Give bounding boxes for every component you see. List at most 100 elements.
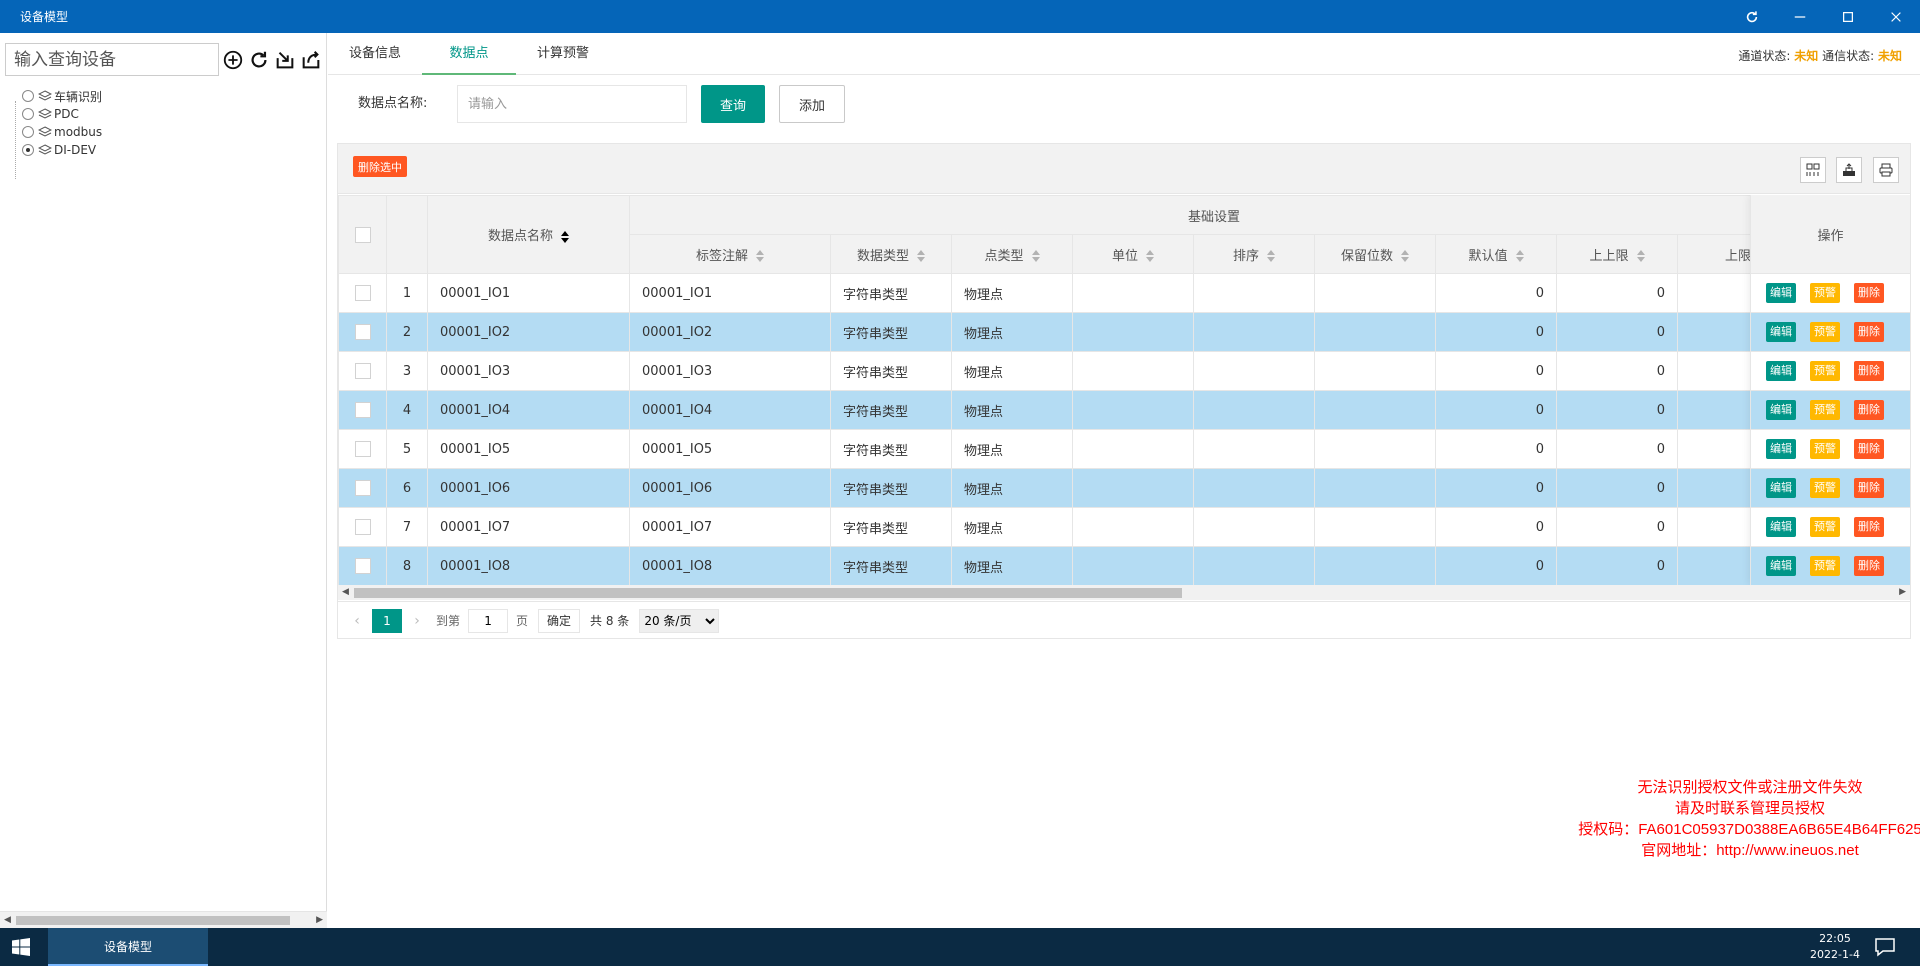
sort-icon[interactable] [1031, 250, 1040, 262]
warning-button[interactable]: 预警 [1810, 322, 1840, 342]
add-button[interactable]: 添加 [779, 85, 845, 123]
row-checkbox[interactable] [354, 363, 371, 379]
table-row[interactable]: 2 00001_IO2 00001_IO2 字符串类型 物理点 0 0 [338, 312, 1799, 352]
export-icon[interactable] [299, 48, 323, 72]
tree-node-selected[interactable]: DI-DEV [22, 141, 102, 159]
left-horizontal-scrollbar[interactable]: ◀ ▶ [0, 911, 327, 928]
edit-button[interactable]: 编辑 [1766, 322, 1796, 342]
row-checkbox[interactable] [354, 558, 371, 574]
header-point-name[interactable]: 数据点名称 [427, 195, 630, 274]
maximize-icon[interactable] [1824, 0, 1872, 33]
delete-button[interactable]: 删除 [1854, 322, 1884, 342]
notification-icon[interactable] [1874, 937, 1896, 957]
tree-radio[interactable] [22, 144, 34, 156]
confirm-page-button[interactable]: 确定 [538, 608, 581, 633]
export-table-icon[interactable] [1836, 157, 1862, 183]
sort-icon[interactable] [561, 230, 569, 243]
tree-radio[interactable] [22, 126, 34, 138]
import-icon[interactable] [273, 48, 297, 72]
tree-node[interactable]: modbus [22, 123, 102, 141]
delete-button[interactable]: 删除 [1854, 478, 1884, 498]
reload-icon[interactable] [247, 48, 271, 72]
sort-icon[interactable] [756, 250, 764, 262]
header-high-high[interactable]: 上上限 [1556, 234, 1678, 274]
table-row[interactable]: 1 00001_IO1 00001_IO1 字符串类型 物理点 0 0 [338, 273, 1799, 313]
row-checkbox[interactable] [354, 480, 371, 496]
print-icon[interactable] [1873, 157, 1899, 183]
next-page-button[interactable]: › [402, 613, 432, 629]
edit-button[interactable]: 编辑 [1766, 478, 1796, 498]
scroll-right-arrow[interactable]: ▶ [316, 915, 323, 925]
tree-node[interactable]: PDC [22, 105, 102, 123]
edit-button[interactable]: 编辑 [1766, 439, 1796, 459]
tree-radio[interactable] [22, 108, 34, 120]
table-row[interactable]: 8 00001_IO8 00001_IO8 字符串类型 物理点 0 0 [338, 546, 1799, 585]
delete-button[interactable]: 删除 [1854, 400, 1884, 420]
tab-calc-warning[interactable]: 计算预警 [516, 33, 610, 75]
header-order[interactable]: 排序 [1193, 234, 1315, 274]
current-page[interactable]: 1 [372, 608, 402, 633]
sort-icon[interactable] [917, 250, 925, 262]
tree-radio[interactable] [22, 90, 34, 102]
edit-button[interactable]: 编辑 [1766, 556, 1796, 576]
tab-device-info[interactable]: 设备信息 [328, 33, 422, 75]
table-row[interactable]: 4 00001_IO4 00001_IO4 字符串类型 物理点 0 0 [338, 390, 1799, 430]
scroll-thumb[interactable] [354, 588, 1182, 598]
edit-button[interactable]: 编辑 [1766, 400, 1796, 420]
page-size-select[interactable]: 20 条/页 [639, 608, 720, 633]
header-data-type[interactable]: 数据类型 [830, 234, 952, 274]
minimize-icon[interactable] [1776, 0, 1824, 33]
device-search-input[interactable] [5, 43, 219, 76]
page-number-input[interactable] [468, 608, 509, 633]
select-all-checkbox[interactable] [354, 226, 371, 243]
windows-start-icon[interactable] [12, 938, 30, 956]
delete-selected-button[interactable]: 删除选中 [353, 156, 407, 177]
delete-button[interactable]: 删除 [1854, 361, 1884, 381]
sort-icon[interactable] [1636, 250, 1645, 262]
header-decimals[interactable]: 保留位数 [1314, 234, 1436, 274]
header-unit[interactable]: 单位 [1072, 234, 1194, 274]
row-checkbox[interactable] [354, 324, 371, 340]
sort-icon[interactable] [1515, 250, 1524, 262]
edit-button[interactable]: 编辑 [1766, 283, 1796, 303]
columns-icon[interactable] [1800, 157, 1826, 183]
warning-button[interactable]: 预警 [1810, 517, 1840, 537]
table-row[interactable]: 6 00001_IO6 00001_IO6 字符串类型 物理点 0 0 [338, 468, 1799, 508]
header-label[interactable]: 标签注解 [629, 234, 831, 274]
prev-page-button[interactable]: ‹ [342, 613, 372, 629]
sort-icon[interactable] [1146, 250, 1154, 262]
table-row[interactable]: 3 00001_IO3 00001_IO3 字符串类型 物理点 0 0 [338, 351, 1799, 391]
table-horizontal-scrollbar[interactable]: ◀ ▶ [338, 585, 1910, 600]
sort-icon[interactable] [1267, 250, 1275, 262]
edit-button[interactable]: 编辑 [1766, 517, 1796, 537]
row-checkbox[interactable] [354, 441, 371, 457]
query-button[interactable]: 查询 [701, 85, 765, 123]
edit-button[interactable]: 编辑 [1766, 361, 1796, 381]
taskbar-app-device-model[interactable]: 设备模型 [48, 928, 208, 966]
point-name-input[interactable] [457, 85, 687, 123]
table-row[interactable]: 5 00001_IO5 00001_IO5 字符串类型 物理点 0 0 [338, 429, 1799, 469]
row-checkbox[interactable] [354, 519, 371, 535]
warning-button[interactable]: 预警 [1810, 478, 1840, 498]
header-point-type[interactable]: 点类型 [951, 234, 1073, 274]
scroll-thumb[interactable] [16, 916, 290, 925]
tab-data-points[interactable]: 数据点 [422, 33, 516, 75]
header-default[interactable]: 默认值 [1435, 234, 1557, 274]
scroll-left-arrow[interactable]: ◀ [4, 915, 11, 925]
add-circle-icon[interactable] [221, 48, 245, 72]
refresh-icon[interactable] [1728, 0, 1776, 33]
delete-button[interactable]: 删除 [1854, 439, 1884, 459]
table-row[interactable]: 7 00001_IO7 00001_IO7 字符串类型 物理点 0 0 [338, 507, 1799, 547]
row-checkbox[interactable] [354, 285, 371, 301]
close-icon[interactable] [1872, 0, 1920, 33]
warning-button[interactable]: 预警 [1810, 439, 1840, 459]
delete-button[interactable]: 删除 [1854, 283, 1884, 303]
scroll-right-arrow[interactable]: ▶ [1899, 587, 1906, 597]
warning-button[interactable]: 预警 [1810, 400, 1840, 420]
delete-button[interactable]: 删除 [1854, 556, 1884, 576]
tree-node[interactable]: 车辆识别 [22, 87, 102, 105]
delete-button[interactable]: 删除 [1854, 517, 1884, 537]
warning-button[interactable]: 预警 [1810, 361, 1840, 381]
warning-button[interactable]: 预警 [1810, 556, 1840, 576]
sort-icon[interactable] [1401, 250, 1409, 262]
